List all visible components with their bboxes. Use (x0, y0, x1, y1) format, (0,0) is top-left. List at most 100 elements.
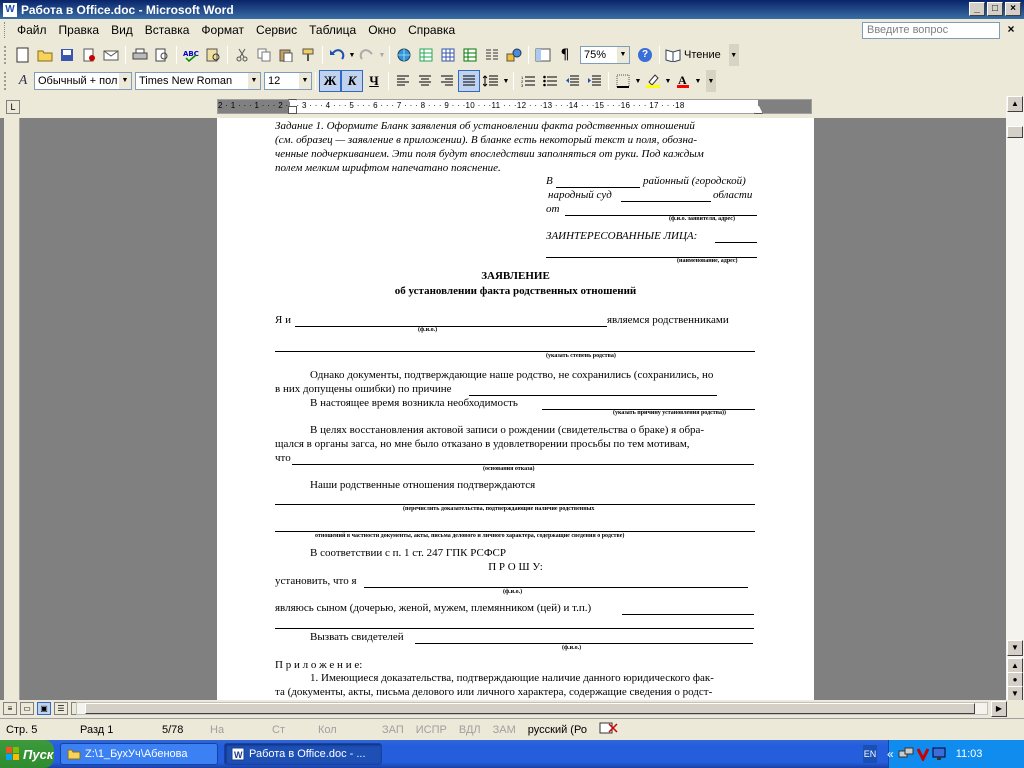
print-preview-icon[interactable] (151, 44, 173, 66)
menu-table[interactable]: Таблица (303, 21, 362, 39)
font-size-select[interactable]: 12 ▼ (264, 72, 312, 90)
menu-insert[interactable]: Вставка (139, 21, 196, 39)
email-icon[interactable] (100, 44, 122, 66)
borders-icon[interactable] (612, 70, 634, 92)
styles-formatting-icon[interactable]: A (12, 70, 34, 92)
scroll-right-icon[interactable]: ▶ (991, 701, 1007, 717)
help-icon[interactable]: ? (634, 44, 656, 66)
document-close-icon[interactable]: × (1004, 22, 1018, 38)
menu-view[interactable]: Вид (105, 21, 139, 39)
status-rec[interactable]: ЗАП (376, 724, 410, 736)
highlight-dropdown-icon[interactable]: ▼ (664, 70, 672, 92)
word-doc-icon[interactable]: W (3, 2, 17, 17)
menu-window[interactable]: Окно (362, 21, 402, 39)
underline-button[interactable]: Ч (363, 70, 385, 92)
vertical-ruler[interactable] (4, 118, 20, 700)
status-ext[interactable]: ВДЛ (453, 724, 487, 736)
undo-icon[interactable] (326, 44, 348, 66)
chevron-down-icon[interactable]: ▼ (248, 73, 260, 89)
left-indent-marker[interactable] (288, 106, 297, 114)
tables-borders-icon[interactable] (415, 44, 437, 66)
drawing-icon[interactable] (503, 44, 525, 66)
start-button[interactable]: Пуск (0, 740, 54, 768)
chevron-down-icon[interactable]: ▼ (617, 47, 629, 63)
toolbar-grip[interactable] (4, 72, 8, 90)
menu-help[interactable]: Справка (402, 21, 461, 39)
tray-expand-icon[interactable]: « (887, 747, 894, 761)
print-layout-icon[interactable]: ▣ (37, 702, 51, 715)
spelling-icon[interactable]: ABC (180, 44, 202, 66)
format-painter-icon[interactable] (297, 44, 319, 66)
horizontal-scroll-thumb[interactable] (85, 703, 975, 714)
outline-view-icon[interactable]: ☰ (54, 702, 68, 715)
status-language[interactable]: русский (Ро (522, 724, 593, 736)
minimize-button[interactable]: _ (969, 2, 985, 16)
decrease-indent-icon[interactable] (561, 70, 583, 92)
close-button[interactable]: × (1005, 2, 1021, 16)
scroll-down-icon[interactable]: ▼ (1007, 640, 1023, 656)
zoom-select[interactable]: 75% ▼ (580, 46, 630, 64)
menu-file[interactable]: Файл (11, 21, 53, 39)
style-select[interactable]: Обычный + пол ▼ (34, 72, 132, 90)
horizontal-ruler[interactable]: 2 · 1 · · · 1 · · · 2 · · · 3 · · · 4 · … (217, 99, 812, 114)
vertical-scrollbar[interactable]: ▲ ▼ ▲ ● ▼ (1006, 96, 1024, 702)
save-icon[interactable] (56, 44, 78, 66)
document-map-icon[interactable] (532, 44, 554, 66)
font-select[interactable]: Times New Roman ▼ (135, 72, 261, 90)
research-icon[interactable] (202, 44, 224, 66)
toolbar-options-icon[interactable]: ▼ (706, 70, 716, 92)
bullets-icon[interactable] (539, 70, 561, 92)
justify-icon[interactable] (458, 70, 480, 92)
help-search-input[interactable]: Введите вопрос (862, 22, 1000, 39)
highlight-icon[interactable] (642, 70, 664, 92)
align-left-icon[interactable] (392, 70, 414, 92)
new-document-icon[interactable] (12, 44, 34, 66)
language-indicator[interactable]: EN (863, 745, 877, 763)
copy-icon[interactable] (253, 44, 275, 66)
toolbar-grip[interactable] (4, 46, 8, 64)
redo-icon[interactable] (356, 44, 378, 66)
tab-selector-icon[interactable]: L (6, 100, 20, 114)
menu-edit[interactable]: Правка (53, 21, 106, 39)
horizontal-scrollbar[interactable] (76, 702, 988, 715)
insert-table-icon[interactable] (437, 44, 459, 66)
undo-dropdown-icon[interactable]: ▼ (348, 44, 356, 66)
print-icon[interactable] (129, 44, 151, 66)
show-hide-formatting-icon[interactable]: ¶ (554, 44, 576, 66)
normal-view-icon[interactable]: ≡ (3, 702, 17, 715)
monitor-icon[interactable] (932, 747, 946, 761)
toolbar-options-icon[interactable]: ▼ (728, 44, 739, 66)
menu-format[interactable]: Формат (195, 21, 250, 39)
menu-tools[interactable]: Сервис (250, 21, 303, 39)
line-spacing-icon[interactable] (480, 70, 502, 92)
spelling-status-icon[interactable] (593, 721, 625, 738)
chevron-down-icon[interactable]: ▼ (299, 73, 311, 89)
align-right-icon[interactable] (436, 70, 458, 92)
scroll-up-icon[interactable]: ▲ (1007, 96, 1023, 112)
network-icon[interactable] (898, 747, 914, 761)
redo-dropdown-icon[interactable]: ▼ (378, 44, 386, 66)
align-center-icon[interactable] (414, 70, 436, 92)
permission-icon[interactable] (78, 44, 100, 66)
hyperlink-icon[interactable] (393, 44, 415, 66)
chevron-down-icon[interactable]: ▼ (119, 73, 131, 89)
italic-button[interactable]: К (341, 70, 363, 92)
bold-button[interactable]: Ж (319, 70, 341, 92)
font-color-icon[interactable]: A (672, 70, 694, 92)
increase-indent-icon[interactable] (583, 70, 605, 92)
document-page[interactable]: Задание 1. Оформите Бланк заявления об у… (217, 118, 814, 700)
columns-icon[interactable] (481, 44, 503, 66)
status-ovr[interactable]: ЗАМ (487, 724, 522, 736)
paste-icon[interactable] (275, 44, 297, 66)
insert-excel-icon[interactable] (459, 44, 481, 66)
status-trk[interactable]: ИСПР (410, 724, 453, 736)
font-color-dropdown-icon[interactable]: ▼ (694, 70, 702, 92)
menubar-grip[interactable] (4, 22, 7, 38)
cut-icon[interactable] (231, 44, 253, 66)
numbering-icon[interactable]: 123 (517, 70, 539, 92)
line-spacing-dropdown-icon[interactable]: ▼ (502, 70, 510, 92)
vertical-scroll-thumb[interactable] (1007, 126, 1023, 138)
web-layout-icon[interactable]: ▭ (20, 702, 34, 715)
borders-dropdown-icon[interactable]: ▼ (634, 70, 642, 92)
maximize-button[interactable]: □ (987, 2, 1003, 16)
